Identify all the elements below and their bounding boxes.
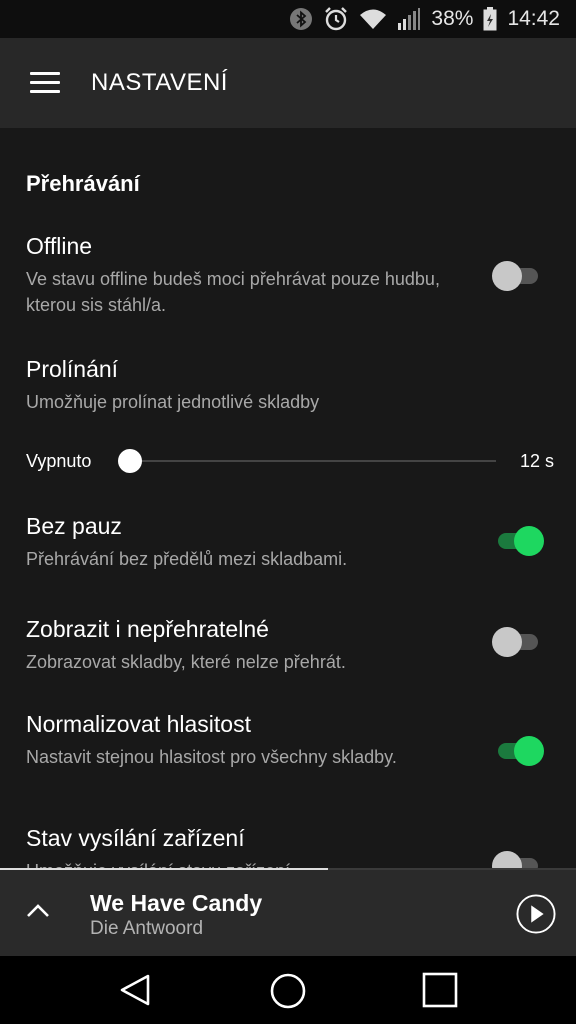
normalize-toggle[interactable] [492,733,544,769]
show-unplayable-toggle[interactable] [492,624,544,660]
setting-title: Normalizovat hlasitost [26,711,251,737]
setting-title: Offline [26,233,93,259]
home-icon[interactable] [269,972,307,1010]
track-artist: Die Antwoord [90,918,204,939]
setting-desc: Umožňuje vysílání stavu zařízení [26,858,456,868]
slider-max-label: 12 s [519,451,554,471]
setting-title: Stav vysílání zařízení [26,825,245,851]
alarm-icon [325,7,348,31]
setting-title: Bez pauz [26,513,122,539]
play-icon[interactable] [516,894,556,934]
bluetooth-icon [290,8,313,30]
setting-normalize[interactable]: Normalizovat hlasitost Nastavit stejnou … [26,710,456,770]
setting-show-unplayable[interactable]: Zobrazit i nepřehratelné Zobrazovat skla… [26,615,456,675]
battery-percent: 38% [431,7,474,30]
signal-icon [398,8,421,30]
settings-list[interactable]: Přehrávání Offline Ve stavu offline bude… [0,128,576,868]
hamburger-menu-icon[interactable] [30,72,60,94]
recents-icon[interactable] [422,972,458,1008]
status-bar: 38% 14:42 [0,0,576,38]
setting-desc: Ve stavu offline budeš moci přehrávat po… [26,269,440,315]
wifi-icon [360,9,387,29]
crossfade-slider[interactable]: Vypnuto 12 s [26,446,554,476]
slider-track[interactable] [130,460,496,462]
setting-desc: Přehrávání bez předělů mezi skladbami. [26,549,348,569]
setting-gapless[interactable]: Bez pauz Přehrávání bez předělů mezi skl… [26,512,456,572]
setting-crossfade: Prolínání Umožňuje prolínat jednotlivé s… [26,355,456,415]
setting-title: Zobrazit i nepřehratelné [26,616,269,642]
setting-title: Prolínání [26,356,119,382]
setting-desc: Nastavit stejnou hlasitost pro všechny s… [26,747,397,767]
track-title: We Have Candy [90,890,263,916]
playback-progress [0,868,329,870]
gapless-toggle[interactable] [492,523,544,559]
section-title-playback: Přehrávání [26,171,140,196]
slider-min-label: Vypnuto [26,451,92,471]
device-broadcast-toggle[interactable] [492,848,544,868]
battery-icon [483,7,497,31]
now-playing-bar[interactable]: We Have Candy Die Antwoord [0,868,576,956]
setting-offline[interactable]: Offline Ve stavu offline budeš moci přeh… [26,232,456,318]
system-nav-bar [0,956,576,1024]
setting-device-broadcast[interactable]: Stav vysílání zařízení Umožňuje vysílání… [26,824,456,868]
app-bar: NASTAVENÍ [0,38,576,128]
chevron-up-icon[interactable] [26,902,50,918]
setting-desc: Umožňuje prolínat jednotlivé skladby [26,392,320,412]
back-icon[interactable] [118,972,154,1008]
clock: 14:42 [507,7,560,30]
offline-toggle[interactable] [492,258,544,294]
slider-thumb[interactable] [118,449,142,473]
setting-desc: Zobrazovat skladby, které nelze přehrát. [26,652,346,672]
page-title: NASTAVENÍ [91,69,228,96]
